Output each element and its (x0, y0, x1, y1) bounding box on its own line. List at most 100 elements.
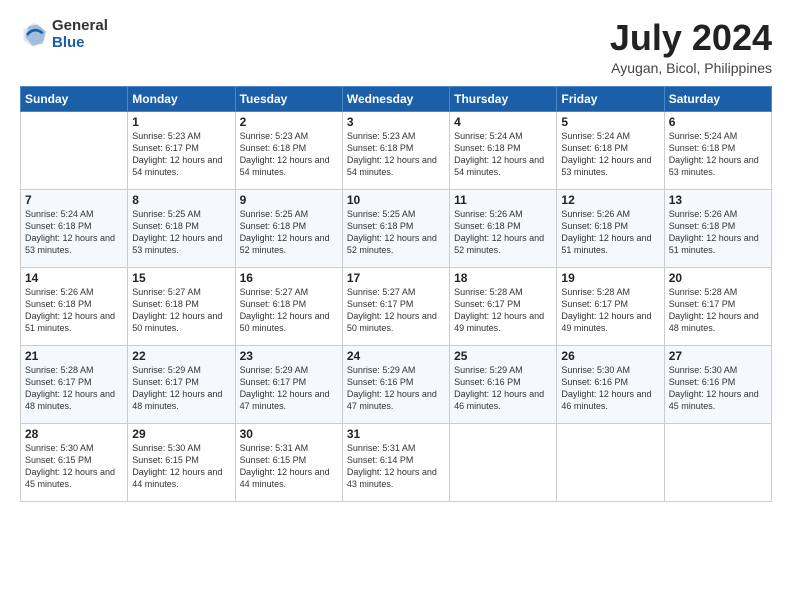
logo-icon (20, 21, 48, 49)
day-number: 4 (454, 115, 552, 129)
day-cell: 15Sunrise: 5:27 AMSunset: 6:18 PMDayligh… (128, 267, 235, 345)
day-header-sunday: Sunday (21, 86, 128, 111)
day-cell: 20Sunrise: 5:28 AMSunset: 6:17 PMDayligh… (664, 267, 771, 345)
day-cell: 22Sunrise: 5:29 AMSunset: 6:17 PMDayligh… (128, 345, 235, 423)
day-number: 8 (132, 193, 230, 207)
day-info: Sunrise: 5:29 AMSunset: 6:17 PMDaylight:… (240, 364, 338, 413)
day-number: 1 (132, 115, 230, 129)
logo-blue: Blue (52, 35, 108, 52)
day-info: Sunrise: 5:23 AMSunset: 6:18 PMDaylight:… (347, 130, 445, 179)
day-header-saturday: Saturday (664, 86, 771, 111)
day-number: 23 (240, 349, 338, 363)
day-number: 13 (669, 193, 767, 207)
day-number: 12 (561, 193, 659, 207)
day-header-monday: Monday (128, 86, 235, 111)
day-cell: 10Sunrise: 5:25 AMSunset: 6:18 PMDayligh… (342, 189, 449, 267)
day-info: Sunrise: 5:26 AMSunset: 6:18 PMDaylight:… (669, 208, 767, 257)
day-info: Sunrise: 5:28 AMSunset: 6:17 PMDaylight:… (669, 286, 767, 335)
logo: General Blue (20, 18, 108, 51)
day-number: 3 (347, 115, 445, 129)
week-row-2: 7Sunrise: 5:24 AMSunset: 6:18 PMDaylight… (21, 189, 772, 267)
day-info: Sunrise: 5:24 AMSunset: 6:18 PMDaylight:… (561, 130, 659, 179)
day-cell: 14Sunrise: 5:26 AMSunset: 6:18 PMDayligh… (21, 267, 128, 345)
day-cell (557, 423, 664, 501)
day-cell: 12Sunrise: 5:26 AMSunset: 6:18 PMDayligh… (557, 189, 664, 267)
day-cell: 21Sunrise: 5:28 AMSunset: 6:17 PMDayligh… (21, 345, 128, 423)
day-cell: 17Sunrise: 5:27 AMSunset: 6:17 PMDayligh… (342, 267, 449, 345)
day-number: 15 (132, 271, 230, 285)
day-number: 22 (132, 349, 230, 363)
day-cell: 24Sunrise: 5:29 AMSunset: 6:16 PMDayligh… (342, 345, 449, 423)
day-info: Sunrise: 5:27 AMSunset: 6:17 PMDaylight:… (347, 286, 445, 335)
day-cell: 29Sunrise: 5:30 AMSunset: 6:15 PMDayligh… (128, 423, 235, 501)
day-cell: 3Sunrise: 5:23 AMSunset: 6:18 PMDaylight… (342, 111, 449, 189)
day-cell (21, 111, 128, 189)
day-number: 14 (25, 271, 123, 285)
day-cell: 31Sunrise: 5:31 AMSunset: 6:14 PMDayligh… (342, 423, 449, 501)
day-number: 19 (561, 271, 659, 285)
day-info: Sunrise: 5:28 AMSunset: 6:17 PMDaylight:… (454, 286, 552, 335)
day-cell: 23Sunrise: 5:29 AMSunset: 6:17 PMDayligh… (235, 345, 342, 423)
week-row-5: 28Sunrise: 5:30 AMSunset: 6:15 PMDayligh… (21, 423, 772, 501)
day-cell: 7Sunrise: 5:24 AMSunset: 6:18 PMDaylight… (21, 189, 128, 267)
week-row-1: 1Sunrise: 5:23 AMSunset: 6:17 PMDaylight… (21, 111, 772, 189)
day-info: Sunrise: 5:30 AMSunset: 6:16 PMDaylight:… (561, 364, 659, 413)
header-row: SundayMondayTuesdayWednesdayThursdayFrid… (21, 86, 772, 111)
day-number: 28 (25, 427, 123, 441)
day-info: Sunrise: 5:30 AMSunset: 6:15 PMDaylight:… (132, 442, 230, 491)
location-subtitle: Ayugan, Bicol, Philippines (610, 60, 772, 76)
day-info: Sunrise: 5:31 AMSunset: 6:14 PMDaylight:… (347, 442, 445, 491)
day-cell: 16Sunrise: 5:27 AMSunset: 6:18 PMDayligh… (235, 267, 342, 345)
day-info: Sunrise: 5:30 AMSunset: 6:15 PMDaylight:… (25, 442, 123, 491)
day-cell: 25Sunrise: 5:29 AMSunset: 6:16 PMDayligh… (450, 345, 557, 423)
day-number: 9 (240, 193, 338, 207)
calendar-table: SundayMondayTuesdayWednesdayThursdayFrid… (20, 86, 772, 502)
day-number: 27 (669, 349, 767, 363)
day-info: Sunrise: 5:25 AMSunset: 6:18 PMDaylight:… (347, 208, 445, 257)
day-number: 17 (347, 271, 445, 285)
day-cell: 2Sunrise: 5:23 AMSunset: 6:18 PMDaylight… (235, 111, 342, 189)
day-cell: 8Sunrise: 5:25 AMSunset: 6:18 PMDaylight… (128, 189, 235, 267)
day-cell (450, 423, 557, 501)
day-header-thursday: Thursday (450, 86, 557, 111)
day-number: 24 (347, 349, 445, 363)
day-number: 5 (561, 115, 659, 129)
week-row-4: 21Sunrise: 5:28 AMSunset: 6:17 PMDayligh… (21, 345, 772, 423)
week-row-3: 14Sunrise: 5:26 AMSunset: 6:18 PMDayligh… (21, 267, 772, 345)
day-info: Sunrise: 5:31 AMSunset: 6:15 PMDaylight:… (240, 442, 338, 491)
month-title: July 2024 (610, 18, 772, 58)
day-number: 18 (454, 271, 552, 285)
day-cell: 6Sunrise: 5:24 AMSunset: 6:18 PMDaylight… (664, 111, 771, 189)
day-cell: 9Sunrise: 5:25 AMSunset: 6:18 PMDaylight… (235, 189, 342, 267)
day-number: 20 (669, 271, 767, 285)
day-info: Sunrise: 5:29 AMSunset: 6:17 PMDaylight:… (132, 364, 230, 413)
day-info: Sunrise: 5:27 AMSunset: 6:18 PMDaylight:… (240, 286, 338, 335)
title-section: July 2024 Ayugan, Bicol, Philippines (610, 18, 772, 76)
day-number: 25 (454, 349, 552, 363)
day-header-tuesday: Tuesday (235, 86, 342, 111)
day-cell: 13Sunrise: 5:26 AMSunset: 6:18 PMDayligh… (664, 189, 771, 267)
day-info: Sunrise: 5:29 AMSunset: 6:16 PMDaylight:… (347, 364, 445, 413)
day-info: Sunrise: 5:26 AMSunset: 6:18 PMDaylight:… (25, 286, 123, 335)
day-cell: 5Sunrise: 5:24 AMSunset: 6:18 PMDaylight… (557, 111, 664, 189)
day-number: 29 (132, 427, 230, 441)
day-cell: 11Sunrise: 5:26 AMSunset: 6:18 PMDayligh… (450, 189, 557, 267)
day-number: 2 (240, 115, 338, 129)
day-info: Sunrise: 5:28 AMSunset: 6:17 PMDaylight:… (25, 364, 123, 413)
day-info: Sunrise: 5:26 AMSunset: 6:18 PMDaylight:… (454, 208, 552, 257)
day-number: 21 (25, 349, 123, 363)
day-info: Sunrise: 5:24 AMSunset: 6:18 PMDaylight:… (669, 130, 767, 179)
page: General Blue July 2024 Ayugan, Bicol, Ph… (0, 0, 792, 612)
day-info: Sunrise: 5:24 AMSunset: 6:18 PMDaylight:… (454, 130, 552, 179)
day-info: Sunrise: 5:28 AMSunset: 6:17 PMDaylight:… (561, 286, 659, 335)
day-number: 11 (454, 193, 552, 207)
header: General Blue July 2024 Ayugan, Bicol, Ph… (20, 18, 772, 76)
day-header-friday: Friday (557, 86, 664, 111)
day-cell: 26Sunrise: 5:30 AMSunset: 6:16 PMDayligh… (557, 345, 664, 423)
day-info: Sunrise: 5:23 AMSunset: 6:17 PMDaylight:… (132, 130, 230, 179)
day-number: 16 (240, 271, 338, 285)
day-number: 26 (561, 349, 659, 363)
day-info: Sunrise: 5:26 AMSunset: 6:18 PMDaylight:… (561, 208, 659, 257)
day-info: Sunrise: 5:24 AMSunset: 6:18 PMDaylight:… (25, 208, 123, 257)
day-info: Sunrise: 5:25 AMSunset: 6:18 PMDaylight:… (240, 208, 338, 257)
